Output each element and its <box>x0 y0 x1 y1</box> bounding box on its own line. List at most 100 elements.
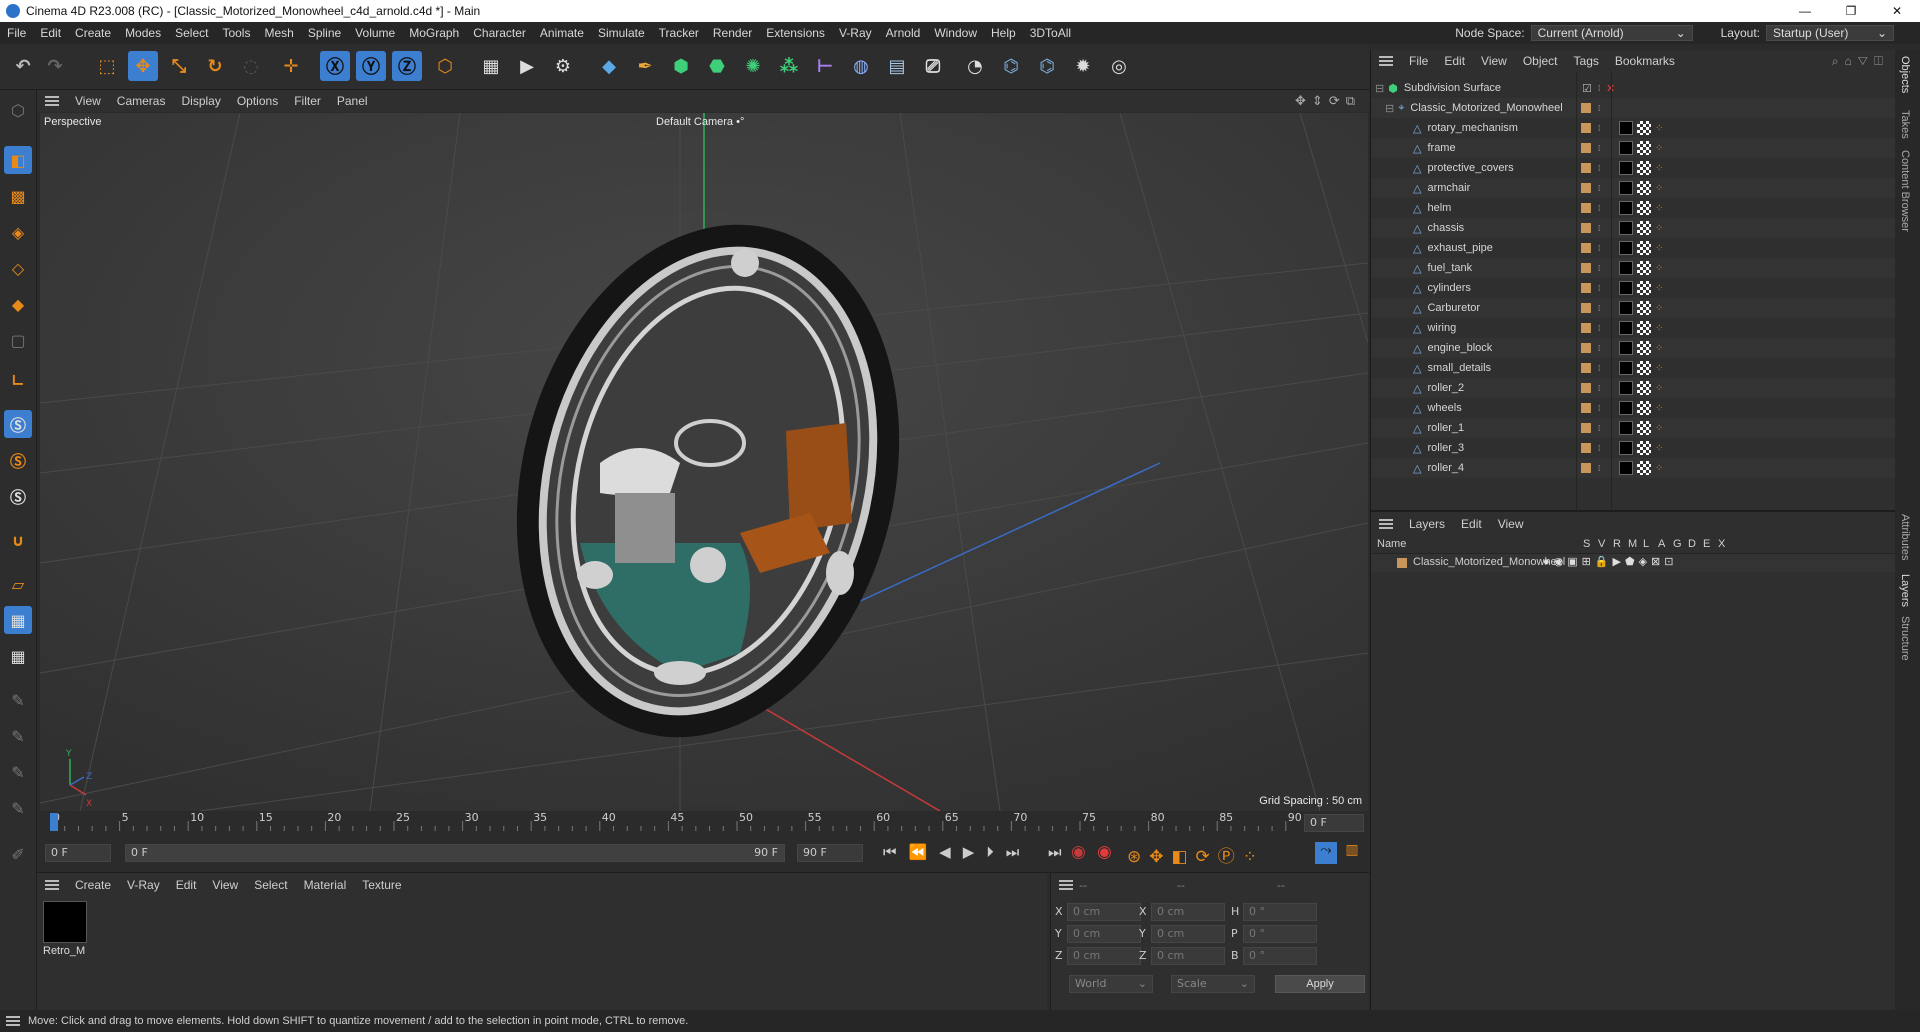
coord-position-field[interactable]: 0 cm <box>1067 903 1141 921</box>
undo-icon[interactable]: ↶ <box>8 51 38 81</box>
timeline-ruler[interactable]: 051015202530354045505560657075808590 0 F <box>37 811 1369 835</box>
menu-character[interactable]: Character <box>466 26 533 40</box>
layer-color-tag[interactable] <box>1581 223 1591 233</box>
redo-icon[interactable]: ↷ <box>40 51 70 81</box>
viewport-menu-cameras[interactable]: Cameras <box>109 94 174 108</box>
menu-simulate[interactable]: Simulate <box>591 26 652 40</box>
arnold-tag-icon[interactable]: ⁘ <box>1655 163 1663 174</box>
object-row-roller-2[interactable]: △ roller_2 ⁞ ⁘ <box>1371 378 1896 398</box>
visibility-dots-icon[interactable]: ⁞ <box>1598 404 1600 413</box>
points-mode-icon[interactable]: ◈ <box>4 218 32 246</box>
material-tag-icon[interactable] <box>1619 301 1633 315</box>
visibility-dots-icon[interactable]: ⁞ <box>1598 364 1600 373</box>
coordinate-system-icon[interactable]: ⬡ <box>430 51 460 81</box>
workplane-icon[interactable]: ▱ <box>4 570 32 598</box>
coord-size-field[interactable]: 0 cm <box>1151 903 1225 921</box>
menu-render[interactable]: Render <box>706 26 759 40</box>
expand-icon[interactable]: ⊟ <box>1385 102 1394 115</box>
uvw-tag-icon[interactable] <box>1637 261 1651 275</box>
paint-s-icon[interactable]: ✎ <box>4 794 32 822</box>
object-row-rotary-mechanism[interactable]: △ rotary_mechanism ⁞ ⁘ <box>1371 118 1896 138</box>
object-row-fuel-tank[interactable]: △ fuel_tank ⁞ ⁘ <box>1371 258 1896 278</box>
y-axis-lock-icon[interactable]: Ⓨ <box>356 51 386 81</box>
camera-icon[interactable]: ⎚ <box>918 51 948 81</box>
axis-mode-icon[interactable]: ∟ <box>4 366 32 394</box>
playback-controls[interactable]: ⏮⏪◀▶⏵⏭ ⏭ <box>883 843 1074 861</box>
record-icon[interactable]: ◉ <box>1071 842 1086 862</box>
menu-create[interactable]: Create <box>68 26 118 40</box>
object-menu-file[interactable]: File <box>1401 54 1436 68</box>
layer-color-tag[interactable] <box>1581 243 1591 253</box>
visibility-dots-icon[interactable]: ⁞ <box>1598 144 1600 153</box>
layer-col-g[interactable]: G <box>1673 538 1682 550</box>
arnold-tag-icon[interactable]: ⁘ <box>1655 383 1663 394</box>
material-tag-icon[interactable] <box>1619 401 1633 415</box>
material-menu-material[interactable]: Material <box>296 878 355 892</box>
menu-extensions[interactable]: Extensions <box>759 26 832 40</box>
visibility-dots-icon[interactable]: ⁞ <box>1598 304 1600 313</box>
layer-color-tag[interactable] <box>1581 323 1591 333</box>
menu-arnold[interactable]: Arnold <box>879 26 928 40</box>
layer-color-swatch[interactable] <box>1397 558 1407 568</box>
object-row-wheels[interactable]: △ wheels ⁞ ⁘ <box>1371 398 1896 418</box>
visibility-dots-icon[interactable]: ⁞ <box>1598 284 1600 293</box>
arnold-tag-icon[interactable]: ⁘ <box>1655 183 1663 194</box>
arnold-tag-icon[interactable]: ⁘ <box>1655 203 1663 214</box>
layer-col-s[interactable]: S <box>1583 538 1590 550</box>
viewport-menu-filter[interactable]: Filter <box>286 94 329 108</box>
material-tag-icon[interactable] <box>1619 281 1633 295</box>
layer-col-a[interactable]: A <box>1658 538 1665 550</box>
arnold-tag-icon[interactable]: ⁘ <box>1655 143 1663 154</box>
menu-tracker[interactable]: Tracker <box>652 26 706 40</box>
viewport-camera-label[interactable]: Default Camera •° <box>656 116 744 128</box>
material-tag-icon[interactable] <box>1619 321 1633 335</box>
layer-flag-icons[interactable]: ●◉▣⊞🔒▶⬟◈⊠⊡ <box>1543 555 1677 568</box>
pen-spline-icon[interactable]: ✒ <box>630 51 660 81</box>
scale-tool-icon[interactable]: ⤡ <box>164 51 194 81</box>
material-menu-create[interactable]: Create <box>67 878 119 892</box>
arnold-tag-icon[interactable]: ⁘ <box>1655 263 1663 274</box>
layer-color-tag[interactable] <box>1581 163 1591 173</box>
uvw-tag-icon[interactable] <box>1637 181 1651 195</box>
node-space-dropdown[interactable]: Current (Arnold) ⌄ <box>1530 25 1693 41</box>
snap-icon[interactable]: Ⓢ <box>4 410 32 438</box>
menu-tools[interactable]: Tools <box>215 26 257 40</box>
transform-tool-icon[interactable]: ✛ <box>276 51 306 81</box>
object-menu-bookmarks[interactable]: Bookmarks <box>1607 54 1683 68</box>
locked-workplane-icon[interactable]: ▦ <box>4 642 32 670</box>
uvw-tag-icon[interactable] <box>1637 201 1651 215</box>
checkmark-icon[interactable]: ☑ <box>1582 82 1592 95</box>
layer-color-tag[interactable] <box>1581 283 1591 293</box>
globe-icon[interactable]: ◎ <box>1104 51 1134 81</box>
magnet-icon[interactable]: ∪ <box>4 526 32 554</box>
coordinate-mode-dropdown[interactable]: World ⌄ <box>1069 975 1153 993</box>
floor-icon[interactable]: ▤ <box>882 51 912 81</box>
uvw-tag-icon[interactable] <box>1637 161 1651 175</box>
arnold-tag-icon[interactable]: ⁘ <box>1655 123 1663 134</box>
menu-vray[interactable]: V-Ray <box>832 26 879 40</box>
visibility-dots-icon[interactable]: ⁞ <box>1598 384 1600 393</box>
layer-color-tag[interactable] <box>1581 263 1591 273</box>
visibility-dots-icon[interactable]: ⁞ <box>1598 84 1600 93</box>
arnold-tag-icon[interactable]: ⁘ <box>1655 323 1663 334</box>
visibility-dots-icon[interactable]: ⁞ <box>1598 444 1600 453</box>
tab-objects[interactable]: Objects <box>1899 56 1911 93</box>
paint-p-icon[interactable]: ✎ <box>4 722 32 750</box>
visibility-dots-icon[interactable]: ⁞ <box>1598 104 1600 113</box>
autokey-icon[interactable]: ◉ <box>1097 842 1112 862</box>
uvw-tag-icon[interactable] <box>1637 341 1651 355</box>
layer-color-tag[interactable] <box>1581 143 1591 153</box>
paint-icon[interactable]: ✎ <box>4 686 32 714</box>
layer-color-tag[interactable] <box>1581 383 1591 393</box>
uvw-tag-icon[interactable] <box>1637 461 1651 475</box>
object-row-helm[interactable]: △ helm ⁞ ⁘ <box>1371 198 1896 218</box>
move-tool-icon[interactable]: ✥ <box>128 51 158 81</box>
minimize-button[interactable]: — <box>1782 0 1828 22</box>
menu-edit[interactable]: Edit <box>33 26 68 40</box>
uvw-tag-icon[interactable] <box>1637 421 1651 435</box>
object-menu-tags[interactable]: Tags <box>1566 54 1607 68</box>
menu-help[interactable]: Help <box>984 26 1023 40</box>
arnold-tag-icon[interactable]: ⁘ <box>1655 423 1663 434</box>
material-tag-icon[interactable] <box>1619 221 1633 235</box>
coord-position-field[interactable]: 0 cm <box>1067 925 1141 943</box>
